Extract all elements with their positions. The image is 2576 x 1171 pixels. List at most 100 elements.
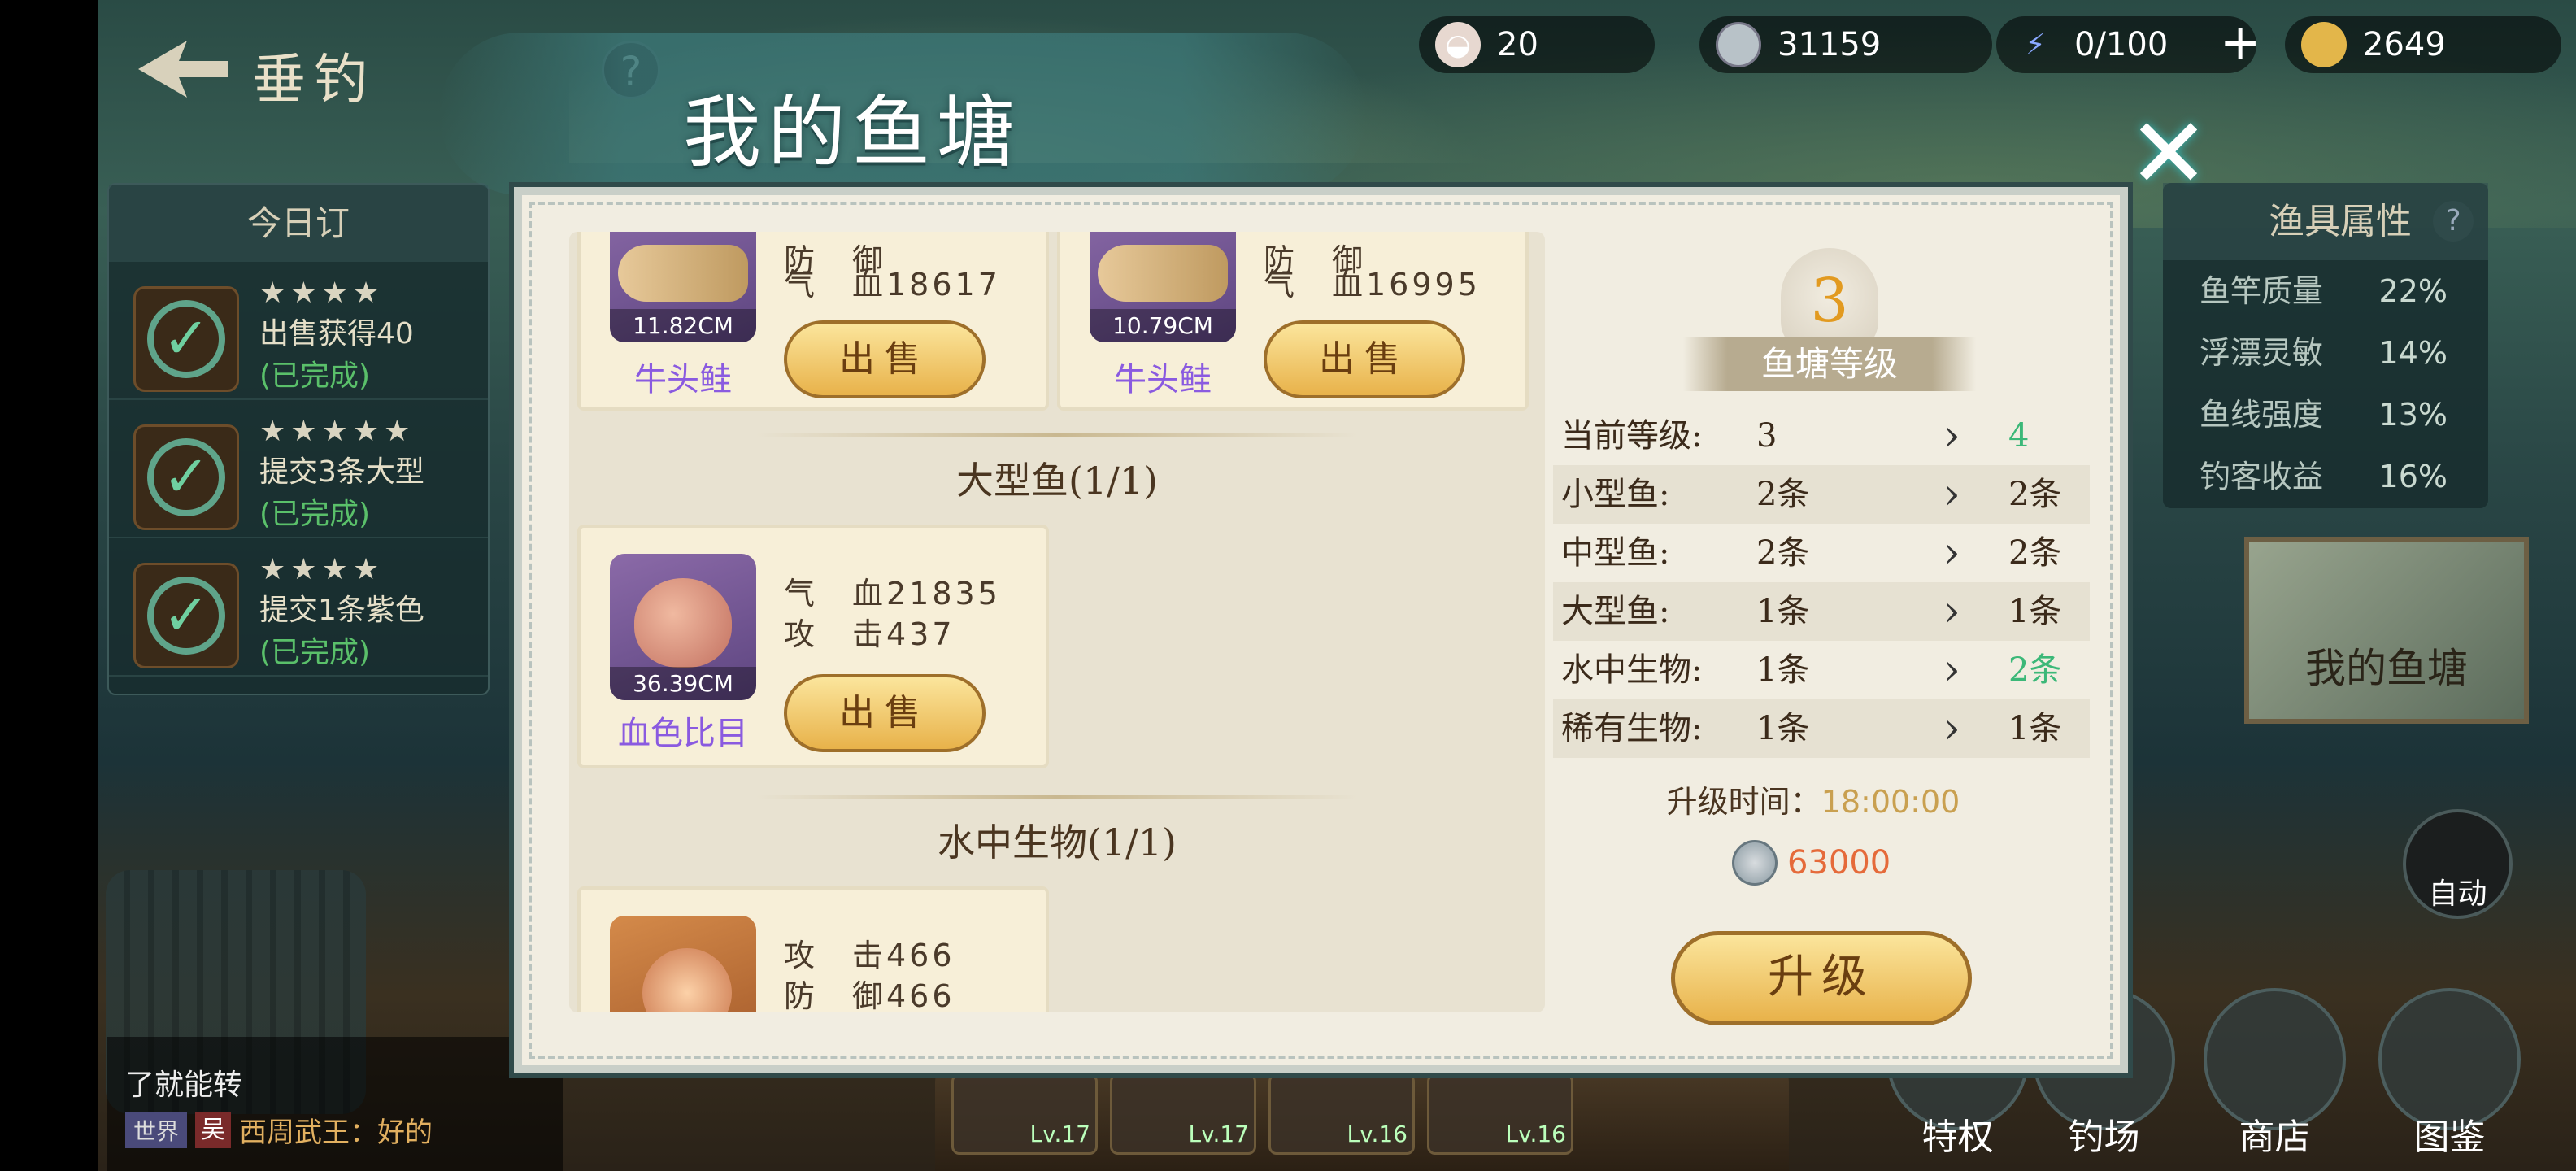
shop-button[interactable]: 商店 [2204, 988, 2346, 1158]
back-arrow-icon[interactable] [130, 33, 236, 106]
silver-count: 31159 [1778, 26, 1882, 63]
upgrade-row: 稀有生物: 1条 › 1条 [1553, 699, 2090, 758]
upgrade-key: 中型鱼: [1561, 534, 1670, 572]
upgrade-table: 当前等级: 3 › 4 小型鱼: 2条 › 2条 中型鱼: 2条 › 2条 大型鱼: 1条 › 1条 水… [1553, 407, 2090, 758]
gear-label: 浮漂灵敏 [2200, 335, 2324, 371]
task-status: (已完成) [259, 498, 371, 531]
fish-list[interactable]: 11.82CM 牛头鲑 防 御 气 血18617 出售 10.79CM 牛头鲑 … [569, 232, 1545, 1012]
fishing-spot-label: 钓场 [2068, 1117, 2140, 1158]
upgrade-next: 4 [2008, 417, 2030, 455]
sell-button[interactable]: 出售 [784, 674, 986, 752]
trout-icon [1098, 245, 1228, 302]
upgrade-key: 大型鱼: [1561, 593, 1670, 630]
upgrade-time-label: 升级时间： [1666, 784, 1821, 820]
upgrade-row: 水中生物: 1条 › 2条 [1553, 641, 2090, 699]
snail-icon [642, 948, 732, 1012]
shop-label: 商店 [2239, 1117, 2311, 1158]
fish-stat: 攻 击437 [784, 616, 955, 652]
flatfish-icon [634, 578, 732, 668]
arrow-right-icon: › [1943, 411, 1960, 460]
upgrade-time-value: 18:00:00 [1821, 784, 1960, 820]
gear-value: 22% [2378, 273, 2448, 309]
bait-slot[interactable]: Lv.16 [1427, 1073, 1573, 1155]
gear-label: 鱼竿质量 [2200, 273, 2324, 309]
bait-slot[interactable]: Lv.16 [1268, 1073, 1415, 1155]
fish-size: 11.82CM [610, 309, 756, 342]
upgrade-cost-value: 63000 [1787, 844, 1891, 882]
fish-stat: 防 御466 [784, 978, 955, 1012]
gear-value: 13% [2378, 397, 2448, 433]
task-item[interactable]: ✓ ★★★★ 出售获得40 (已完成) [109, 262, 488, 400]
upgrade-row: 中型鱼: 2条 › 2条 [1553, 524, 2090, 582]
arrow-right-icon: › [1943, 704, 1960, 753]
gear-attributes-panel: 渔具属性 ? 鱼竿质量 22% 浮漂灵敏 14% 鱼线强度 13% 钓客收益 16% [2163, 183, 2488, 508]
upgrade-button[interactable]: 升级 [1671, 931, 1972, 1025]
pearl-resource: ◒ 20 [1419, 16, 1655, 73]
screen-edge [0, 0, 98, 1171]
task-text: 提交3条大型 [259, 455, 424, 489]
section-water-creatures: 水中生物(1/1) [610, 795, 1504, 867]
upgrade-row: 大型鱼: 1条 › 1条 [1553, 582, 2090, 641]
arrow-right-icon: › [1943, 587, 1960, 636]
gear-row: 浮漂灵敏 14% [2163, 322, 2488, 384]
task-item[interactable]: ✓ ★★★★★ 提交3条大型 (已完成) [109, 400, 488, 538]
task-status: (已完成) [259, 636, 371, 669]
sell-button[interactable]: 出售 [1264, 320, 1465, 398]
upgrade-cost: 63000 [1732, 838, 1943, 887]
fish-name: 血色比目 [618, 715, 748, 752]
fish-name: 牛头鲑 [634, 361, 732, 398]
task-status: (已完成) [259, 359, 371, 393]
fish-stat: 气 血18617 [784, 267, 1001, 303]
upgrade-current: 3 [1756, 417, 1778, 455]
silver-resource: 31159 [1699, 16, 1992, 73]
pond-level-panel: 3 鱼塘等级 当前等级: 3 › 4 小型鱼: 2条 › 2条 中型鱼: 2条 › 2条 大型鱼:… [1553, 232, 2090, 1025]
task-text: 提交1条紫色 [259, 594, 424, 627]
arrow-right-icon: › [1943, 646, 1960, 694]
fish-name: 牛头鲑 [1114, 361, 1212, 398]
my-pond-button[interactable]: 我的鱼塘 [2244, 537, 2529, 724]
check-icon: ✓ [133, 286, 239, 392]
arrow-right-icon: › [1943, 470, 1960, 519]
check-icon: ✓ [133, 563, 239, 668]
pearl-icon: ◒ [1435, 22, 1481, 67]
trout-icon [618, 245, 748, 302]
upgrade-current: 1条 [1756, 593, 1810, 630]
dialog-title: 我的鱼塘 [683, 87, 1021, 178]
add-energy-button[interactable]: + [2220, 18, 2261, 67]
upgrade-row: 小型鱼: 2条 › 2条 [1553, 465, 2090, 524]
fish-thumbnail: 10.79CM [1090, 232, 1236, 342]
auto-fish-button[interactable]: 自动 [2403, 809, 2513, 919]
upgrade-key: 当前等级: [1561, 417, 1703, 455]
chat-box[interactable]: 了就能转 世界 吴 西周武王：好的 [107, 1037, 563, 1171]
upgrade-current: 1条 [1756, 710, 1810, 747]
close-icon[interactable]: ✕ [2124, 106, 2213, 203]
task-item[interactable]: ✓ ★★★★ 提交1条紫色 (已完成) [109, 538, 488, 677]
chat-line: 了就能转 [125, 1069, 243, 1102]
upgrade-current: 1条 [1756, 651, 1810, 689]
task-stars: ★★★★ [259, 276, 385, 310]
gold-resource: 2649 [2285, 16, 2561, 73]
gear-row: 钓客收益 16% [2163, 446, 2488, 507]
pond-level-label: 鱼塘等级 [1683, 337, 1976, 391]
fish-thumbnail: 11.82CM [610, 232, 756, 342]
privilege-label: 特权 [1921, 1117, 1994, 1158]
bait-slot[interactable]: Lv.17 [1110, 1073, 1256, 1155]
fish-stat: 攻 击466 [784, 938, 955, 973]
bait-slot[interactable]: Lv.17 [951, 1073, 1098, 1155]
upgrade-row: 当前等级: 3 › 4 [1553, 407, 2090, 465]
lightning-icon: ⚡ [2025, 28, 2046, 62]
page-title: 垂钓 [252, 48, 376, 111]
gold-count: 2649 [2363, 26, 2446, 63]
upgrade-next: 2条 [2008, 476, 2062, 513]
chat-message: 西周武王：好的 [239, 1117, 433, 1149]
gear-help-button[interactable]: ? [2433, 201, 2474, 242]
energy-count: 0/100 [2074, 26, 2169, 63]
sell-button[interactable]: 出售 [784, 320, 986, 398]
gear-value: 14% [2378, 335, 2448, 371]
chat-line: 世界 吴 西周武王：好的 [125, 1110, 433, 1150]
codex-button[interactable]: 图鉴 [2378, 988, 2521, 1158]
fish-card: 36.39CM 血色比目 气 血21835 攻 击437 出售 [577, 525, 1049, 768]
codex-label: 图鉴 [2413, 1117, 2486, 1158]
gear-row: 鱼竿质量 22% [2163, 260, 2488, 322]
daily-tasks-panel: 今日订 ✓ ★★★★ 出售获得40 (已完成) ✓ ★★★★★ 提交3条大型 (… [107, 183, 490, 695]
